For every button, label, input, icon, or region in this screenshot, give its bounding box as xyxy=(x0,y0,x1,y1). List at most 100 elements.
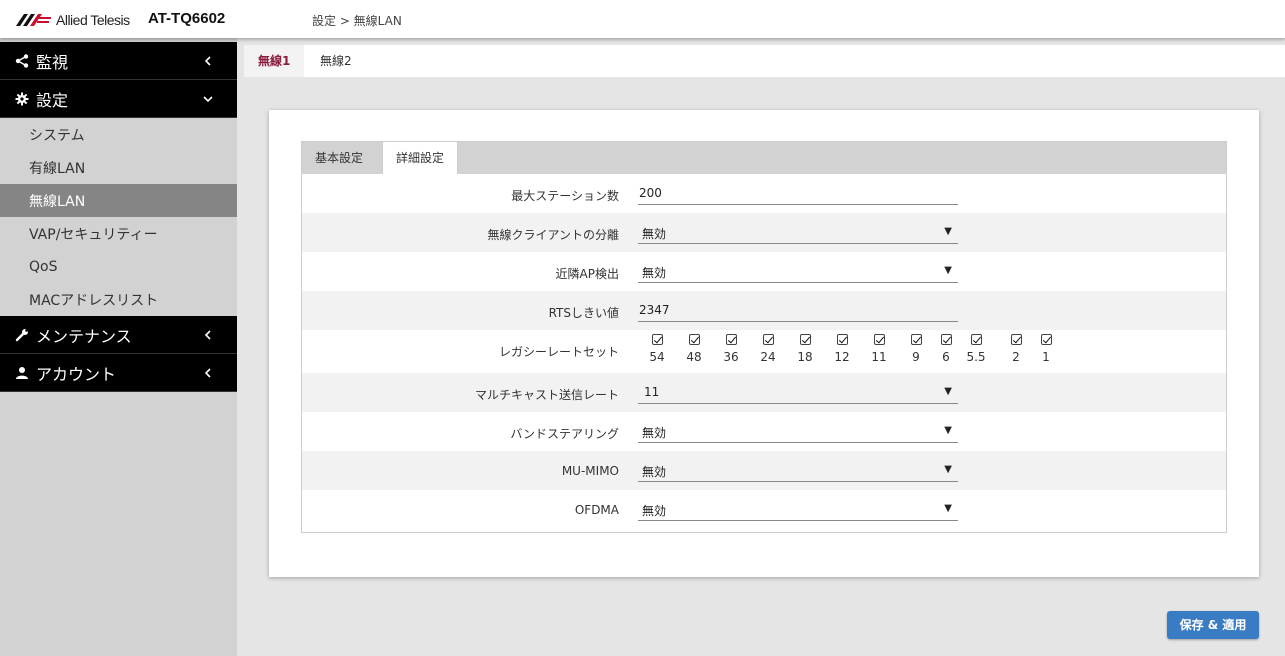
form-row-client-isolation: 無線クライアントの分離 無効 ▼ xyxy=(302,213,1226,252)
sidebar: 監視 設定 システム 有線LAN 無線LAN VAP/セキュリティー QoS M… xyxy=(0,38,237,656)
multicast-rate-select[interactable]: 11 ▼ xyxy=(638,380,958,404)
rate-label: 24 xyxy=(760,350,776,364)
tab-advanced-settings[interactable]: 詳細設定 xyxy=(382,142,459,174)
rate-label: 18 xyxy=(797,350,813,364)
gear-icon xyxy=(14,91,30,107)
band-steering-label: バンドステアリング xyxy=(510,427,619,441)
chevron-left-icon xyxy=(204,368,211,378)
ofdma-select[interactable]: 無効 ▼ xyxy=(638,497,958,521)
form-row-neighbor-ap: 近隣AP検出 無効 ▼ xyxy=(302,252,1226,291)
settings-form: 基本設定 詳細設定 最大ステーション数 200 無線クライアントの分離 無効 ▼… xyxy=(301,141,1227,533)
ofdma-value: 無効 xyxy=(642,504,667,518)
settings-panel: 基本設定 詳細設定 最大ステーション数 200 無線クライアントの分離 無効 ▼… xyxy=(269,110,1259,577)
chevron-down-icon xyxy=(203,96,213,103)
rate-option[interactable]: 18 xyxy=(790,334,820,364)
rate-label: 9 xyxy=(912,350,920,364)
client-isolation-select[interactable]: 無効 ▼ xyxy=(638,220,958,244)
rate-option[interactable]: 1 xyxy=(1031,334,1061,364)
dropdown-arrow-icon: ▼ xyxy=(944,226,952,237)
rate-checkbox[interactable] xyxy=(799,334,811,345)
save-apply-button[interactable]: 保存 & 適用 xyxy=(1167,611,1259,639)
rate-option[interactable]: 6 xyxy=(931,334,961,364)
sidebar-item-wired-lan[interactable]: 有線LAN xyxy=(0,151,237,184)
allied-telesis-logo: Allied Telesis xyxy=(16,11,130,29)
rate-label: 48 xyxy=(686,350,702,364)
rate-checkbox[interactable] xyxy=(970,334,982,345)
sidebar-item-mac-address-list[interactable]: MACアドレスリスト xyxy=(0,283,237,316)
rate-checkbox[interactable] xyxy=(873,334,885,345)
rate-checkbox[interactable] xyxy=(1040,334,1052,345)
rts-value: 2347 xyxy=(639,303,670,317)
rate-label: 54 xyxy=(649,350,665,364)
neighbor-ap-select[interactable]: 無効 ▼ xyxy=(638,259,958,283)
rate-checkbox[interactable] xyxy=(910,334,922,345)
sidebar-group-account[interactable]: アカウント xyxy=(0,354,237,392)
rate-label: 11 xyxy=(871,350,887,364)
sidebar-group-monitor[interactable]: 監視 xyxy=(0,42,237,80)
rate-option[interactable]: 24 xyxy=(753,334,783,364)
top-header: Allied Telesis AT-TQ6602 設定 > 無線LAN xyxy=(0,0,1285,38)
form-row-ofdma: OFDMA 無効 ▼ xyxy=(302,490,1226,529)
form-row-max-stations: 最大ステーション数 200 xyxy=(302,174,1226,213)
ofdma-label: OFDMA xyxy=(574,503,619,517)
dropdown-arrow-icon: ▼ xyxy=(944,503,952,514)
rate-option[interactable]: 11 xyxy=(864,334,894,364)
sidebar-group-settings[interactable]: 設定 xyxy=(0,80,237,118)
legacy-rates-label: レガシーレートセット xyxy=(498,345,619,359)
sidebar-group-label: 監視 xyxy=(36,52,69,72)
band-steering-select[interactable]: 無効 ▼ xyxy=(638,419,958,443)
dropdown-arrow-icon: ▼ xyxy=(944,386,952,397)
form-row-band-steering: バンドステアリング 無効 ▼ xyxy=(302,412,1226,451)
rate-checkbox[interactable] xyxy=(651,334,663,345)
sidebar-item-qos[interactable]: QoS xyxy=(0,250,237,283)
sidebar-group-label: 設定 xyxy=(36,90,69,110)
rate-checkbox[interactable] xyxy=(1010,334,1022,345)
max-stations-input[interactable]: 200 xyxy=(638,181,958,205)
rate-option[interactable]: 5.5 xyxy=(961,334,991,364)
rate-label: 6 xyxy=(942,350,950,364)
rate-checkbox[interactable] xyxy=(762,334,774,345)
logo-mark-icon xyxy=(16,14,51,26)
sidebar-group-label: アカウント xyxy=(36,364,117,384)
multicast-rate-value: 11 xyxy=(644,385,660,399)
client-isolation-label: 無線クライアントの分離 xyxy=(487,228,619,242)
form-row-rts: RTSしきい値 2347 xyxy=(302,291,1226,330)
wrench-icon xyxy=(14,327,30,343)
max-stations-value: 200 xyxy=(639,186,662,200)
rate-option[interactable]: 12 xyxy=(827,334,857,364)
sidebar-group-label: メンテナンス xyxy=(36,326,132,346)
device-model: AT-TQ6602 xyxy=(148,10,226,27)
rate-checkbox[interactable] xyxy=(688,334,700,345)
tab-radio1[interactable]: 無線1 xyxy=(244,45,305,77)
sidebar-item-system[interactable]: システム xyxy=(0,118,237,151)
rate-checkbox[interactable] xyxy=(836,334,848,345)
rate-checkbox[interactable] xyxy=(725,334,737,345)
user-icon xyxy=(14,365,30,381)
mu-mimo-select[interactable]: 無効 ▼ xyxy=(638,458,958,482)
dropdown-arrow-icon: ▼ xyxy=(944,464,952,475)
rate-checkbox[interactable] xyxy=(940,334,952,345)
tab-radio2[interactable]: 無線2 xyxy=(306,45,366,77)
rts-label: RTSしきい値 xyxy=(548,306,619,320)
rate-label: 12 xyxy=(834,350,850,364)
share-icon xyxy=(14,53,30,69)
rate-option[interactable]: 36 xyxy=(716,334,746,364)
sidebar-item-wireless-lan[interactable]: 無線LAN xyxy=(0,184,237,217)
chevron-left-icon xyxy=(204,330,211,340)
rts-input[interactable]: 2347 xyxy=(638,298,958,322)
rate-option[interactable]: 9 xyxy=(901,334,931,364)
sidebar-item-vap-security[interactable]: VAP/セキュリティー xyxy=(0,217,237,250)
multicast-rate-label: マルチキャスト送信レート xyxy=(474,388,619,402)
rate-option[interactable]: 48 xyxy=(679,334,709,364)
band-steering-value: 無効 xyxy=(642,426,667,440)
rate-label: 36 xyxy=(723,350,739,364)
rate-option[interactable]: 54 xyxy=(642,334,672,364)
dropdown-arrow-icon: ▼ xyxy=(944,265,952,276)
logo-text: Allied Telesis xyxy=(56,12,130,28)
form-row-multicast-rate: マルチキャスト送信レート 11 ▼ xyxy=(302,373,1226,412)
tab-basic-settings[interactable]: 基本設定 xyxy=(302,142,376,174)
rate-label: 1 xyxy=(1042,350,1050,364)
rate-option[interactable]: 2 xyxy=(1001,334,1031,364)
breadcrumb: 設定 > 無線LAN xyxy=(312,14,402,28)
sidebar-group-maintenance[interactable]: メンテナンス xyxy=(0,316,237,354)
